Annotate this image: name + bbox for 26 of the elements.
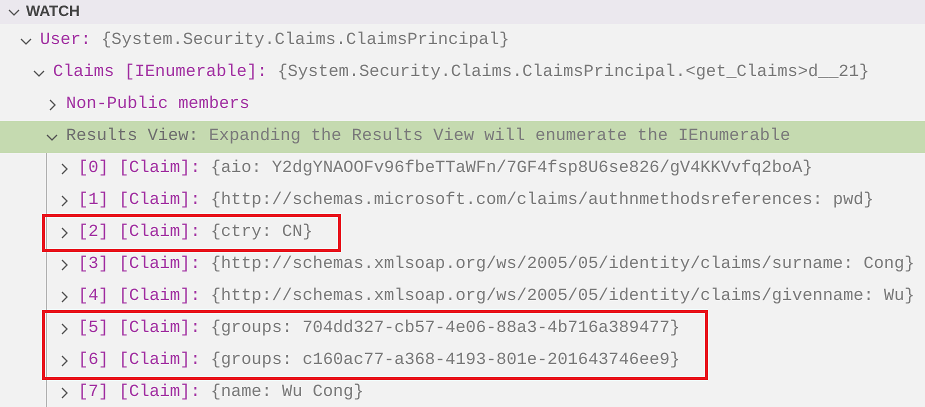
tree-item-text: Claims [IEnumerable]: {System.Security.Claims.ClaimsPrincipal.<get_Claims>d__21}: [53, 62, 870, 84]
tree-row[interactable]: [4] [Claim]: {http://schemas.xmlsoap.org/ws/2005/05/identity/claims/givenname: Wu}: [47, 281, 925, 313]
tree-item-text: Non-Public members: [66, 94, 250, 116]
tree-row[interactable]: [5] [Claim]: {groups: 704dd327-cb57-4e06-88a3-4b716a389477}: [47, 313, 680, 345]
tree-item-text: [2] [Claim]: {ctry: CN}: [78, 222, 313, 244]
tree-item-text: [7] [Claim]: {name: Wu Cong}: [78, 382, 364, 404]
tree-row[interactable]: [1] [Claim]: {http://schemas.microsoft.com/claims/authnmethodsreferences: pwd}: [47, 185, 925, 217]
tree-row[interactable]: User: {System.Security.Claims.ClaimsPrincipal}: [0, 25, 925, 57]
tree-row[interactable]: Results View: Expanding the Results View will enumerate the IEnumerable: [0, 121, 925, 153]
panel-title: WATCH: [26, 2, 80, 22]
tree-item-text: User: {System.Security.Claims.ClaimsPrincipal}: [40, 30, 510, 52]
tree-row[interactable]: [2] [Claim]: {ctry: CN}: [47, 217, 313, 249]
tree-row[interactable]: [7] [Claim]: {name: Wu Cong}: [47, 377, 925, 407]
tree-item-text: [4] [Claim]: {http://schemas.xmlsoap.org/ws/2005/05/identity/claims/givenname: Wu}: [78, 286, 915, 308]
tree-row[interactable]: [6] [Claim]: {groups: c160ac77-a368-4193-801e-201643746ee9}: [47, 345, 680, 377]
tree-item-text: [1] [Claim]: {http://schemas.microsoft.com/claims/authnmethodsreferences: pwd}: [78, 190, 874, 212]
tree-row[interactable]: Non-Public members: [0, 89, 925, 121]
tree-row[interactable]: Claims [IEnumerable]: {System.Security.Claims.ClaimsPrincipal.<get_Claims>d__21}: [0, 57, 925, 89]
tree-row[interactable]: [0] [Claim]: {aio: Y2dgYNAOOFv96fbeTTaWFn/7GF4fsp8U6se826/gV4KKVvfq2boA}: [47, 153, 925, 185]
tree-item-text: [6] [Claim]: {groups: c160ac77-a368-4193-801e-201643746ee9}: [78, 350, 680, 372]
watch-panel-header[interactable]: WATCH: [0, 0, 925, 24]
tree-row[interactable]: [3] [Claim]: {http://schemas.xmlsoap.org/ws/2005/05/identity/claims/surname: Cong}: [47, 249, 925, 281]
tree-item-text: [5] [Claim]: {groups: 704dd327-cb57-4e06-88a3-4b716a389477}: [78, 318, 680, 340]
tree-item-text: [3] [Claim]: {http://schemas.xmlsoap.org/ws/2005/05/identity/claims/surname: Cong}: [78, 254, 915, 276]
tree-item-text: Results View: Expanding the Results View will enumerate the IEnumerable: [66, 126, 790, 148]
tree-item-text: [0] [Claim]: {aio: Y2dgYNAOOFv96fbeTTaWFn/7GF4fsp8U6se826/gV4KKVvfq2boA}: [78, 158, 813, 180]
